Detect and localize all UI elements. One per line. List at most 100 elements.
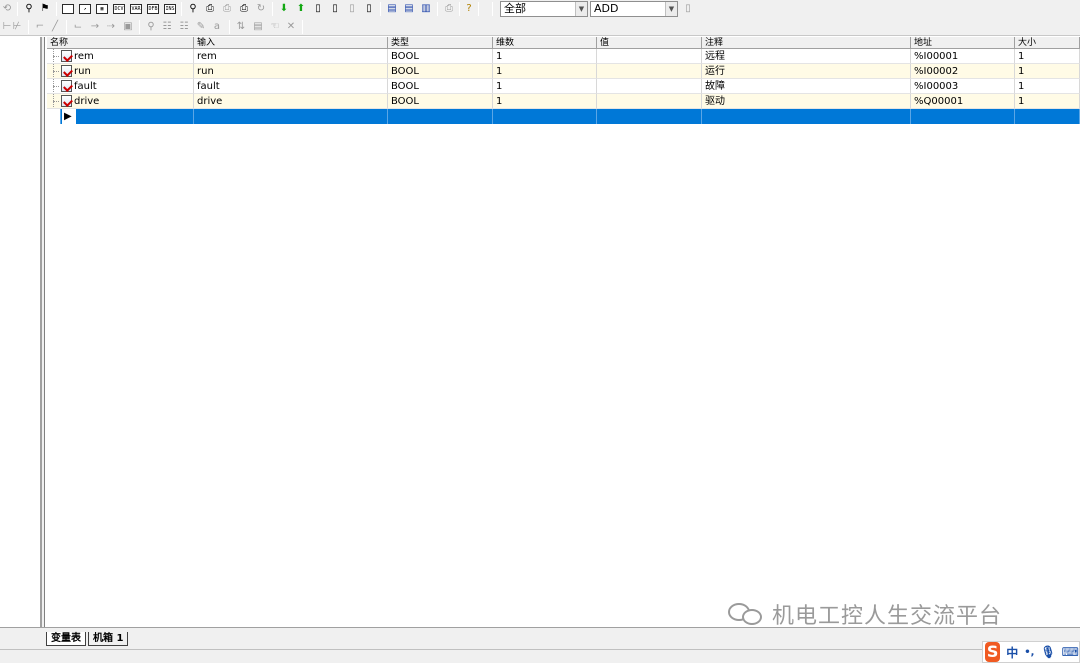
hand-icon[interactable]: ☜ [268, 20, 282, 34]
close-icon[interactable]: ✕ [284, 20, 298, 34]
new-row[interactable]: ▶ [47, 109, 1080, 124]
var-icon[interactable]: VAR [129, 2, 143, 16]
project-tree-panel[interactable] [0, 37, 42, 627]
arrow-down-icon[interactable]: ⬇ [277, 2, 291, 16]
tree-icon[interactable]: ☷ [177, 20, 191, 34]
column-header-input[interactable]: 输入 [194, 37, 388, 49]
size-cell[interactable]: 1 [1015, 49, 1080, 64]
new-row-dim-cell[interactable] [493, 109, 597, 124]
help-icon[interactable]: ? [462, 2, 476, 16]
type-cell[interactable]: BOOL [388, 79, 493, 94]
comment-cell[interactable]: 运行 [702, 64, 911, 79]
input-cell[interactable]: rem [194, 49, 388, 64]
coil-icon[interactable]: ⌐ [33, 20, 47, 34]
import-icon[interactable]: ↗ [78, 2, 92, 16]
column-icon[interactable]: ▯ [681, 2, 695, 16]
copy-icon[interactable]: ▯ [345, 2, 359, 16]
contact-neg-icon[interactable]: ⊬ [10, 20, 24, 34]
comment-cell[interactable]: 远程 [702, 49, 911, 64]
ime-toolbar[interactable]: S 中 •, 🎙 ⌨ [982, 641, 1080, 663]
append-icon[interactable]: ▯ [328, 2, 342, 16]
chevron-down-icon[interactable]: ▼ [665, 2, 677, 16]
new-row-input-cell[interactable] [194, 109, 388, 124]
new-row-name-cell[interactable]: ▶ [61, 109, 194, 124]
back-icon[interactable]: ⟲ [0, 2, 14, 16]
paste-icon[interactable]: ▯ [362, 2, 376, 16]
insert-icon[interactable]: ▯ [311, 2, 325, 16]
edit-icon[interactable]: ✎ [194, 20, 208, 34]
value-cell[interactable] [597, 49, 702, 64]
arrow-up-icon[interactable]: ⬆ [294, 2, 308, 16]
table-row[interactable]: drive drive BOOL 1 驱动 %Q00001 1 [47, 94, 1080, 109]
dim-cell[interactable]: 1 [493, 64, 597, 79]
refresh-icon[interactable]: ↻ [254, 2, 268, 16]
size-cell[interactable]: 1 [1015, 79, 1080, 94]
ime-punctuation-toggle[interactable]: •, [1024, 647, 1034, 658]
jump-icon[interactable]: ⇢ [104, 20, 118, 34]
print-small-icon[interactable]: ⎙ [442, 2, 456, 16]
comment-cell[interactable]: 驱动 [702, 94, 911, 109]
input-cell[interactable]: drive [194, 94, 388, 109]
table-row[interactable]: fault fault BOOL 1 故障 %I00003 1 [47, 79, 1080, 94]
type-cell[interactable]: BOOL [388, 94, 493, 109]
sort-icon[interactable]: ⇅ [234, 20, 248, 34]
search-icon[interactable]: ⚲ [144, 20, 158, 34]
dcv-icon[interactable]: DCV [112, 2, 126, 16]
panel-splitter[interactable] [42, 37, 45, 627]
split-icon[interactable]: ▤ [402, 2, 416, 16]
size-cell[interactable]: 1 [1015, 94, 1080, 109]
column-header-name[interactable]: 名称 [47, 37, 194, 49]
input-cell[interactable]: run [194, 64, 388, 79]
address-cell[interactable]: %I00002 [911, 64, 1015, 79]
keyboard-icon[interactable]: ⌨ [1062, 645, 1079, 659]
abc-icon[interactable]: a [210, 20, 224, 34]
type-cell[interactable]: BOOL [388, 64, 493, 79]
binoculars-icon[interactable]: ⚲ [22, 2, 36, 16]
column-header-value[interactable]: 值 [597, 37, 702, 49]
tab-rack-1[interactable]: 机箱 1 [88, 632, 129, 646]
table-row[interactable]: run run BOOL 1 运行 %I00002 1 [47, 64, 1080, 79]
microphone-icon[interactable]: 🎙 [1040, 645, 1055, 659]
column-header-dim[interactable]: 维数 [493, 37, 597, 49]
dim-cell[interactable]: 1 [493, 94, 597, 109]
print-setup-icon[interactable]: ⎙ [220, 2, 234, 16]
address-cell[interactable]: %Q00001 [911, 94, 1015, 109]
window-icon[interactable]: ▥ [419, 2, 433, 16]
name-cell[interactable]: fault [47, 79, 194, 94]
find-replace-icon[interactable]: ⚑ [38, 2, 52, 16]
variable-table[interactable]: 名称 输入 类型 维数 值 注释 地址 大小 rem rem BOOL 1 远程… [47, 37, 1080, 627]
tab-variable-table[interactable]: 变量表 [46, 632, 86, 646]
block-icon[interactable]: ▣ [121, 20, 135, 34]
size-cell[interactable]: 1 [1015, 64, 1080, 79]
chevron-down-icon[interactable]: ▼ [575, 2, 587, 16]
column-header-type[interactable]: 类型 [388, 37, 493, 49]
value-cell[interactable] [597, 64, 702, 79]
table-row[interactable]: rem rem BOOL 1 远程 %I00001 1 [47, 49, 1080, 64]
dim-cell[interactable]: 1 [493, 79, 597, 94]
new-row-size-cell[interactable] [1015, 109, 1080, 124]
new-window-icon[interactable] [61, 2, 75, 16]
input-cell[interactable]: fault [194, 79, 388, 94]
ime-language-toggle[interactable]: 中 [1006, 644, 1018, 661]
ime-logo-icon[interactable]: S [985, 642, 1001, 662]
type-cell[interactable]: BOOL [388, 49, 493, 64]
table-icon[interactable]: ▦ [95, 2, 109, 16]
print-icon[interactable]: ⎙ [237, 2, 251, 16]
new-row-value-cell[interactable] [597, 109, 702, 124]
dfb-icon[interactable]: DFB [146, 2, 160, 16]
inst-icon[interactable]: INS [163, 2, 177, 16]
filter-combo[interactable]: 全部 ▼ [500, 1, 588, 17]
name-cell[interactable]: run [47, 64, 194, 79]
network-icon[interactable]: ☷ [160, 20, 174, 34]
column-header-comment[interactable]: 注释 [702, 37, 911, 49]
column-header-size[interactable]: 大小 [1015, 37, 1080, 49]
name-cell[interactable]: rem [47, 49, 194, 64]
new-row-address-cell[interactable] [911, 109, 1015, 124]
name-cell[interactable]: drive [47, 94, 194, 109]
value-cell[interactable] [597, 79, 702, 94]
column-header-address[interactable]: 地址 [911, 37, 1015, 49]
tile-icon[interactable]: ▤ [385, 2, 399, 16]
dim-cell[interactable]: 1 [493, 49, 597, 64]
new-row-comment-cell[interactable] [702, 109, 911, 124]
value-cell[interactable] [597, 94, 702, 109]
